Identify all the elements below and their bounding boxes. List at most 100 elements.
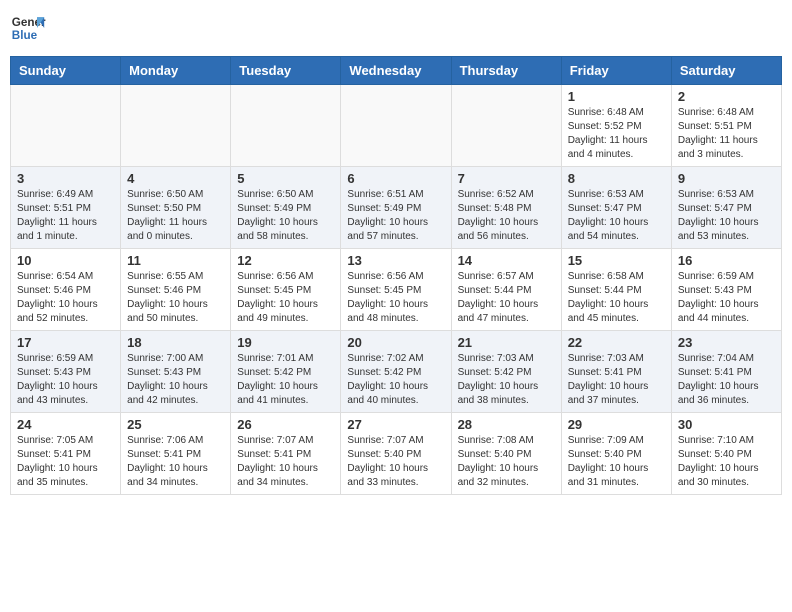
day-number: 14: [458, 253, 555, 268]
day-number: 4: [127, 171, 224, 186]
day-info: Sunrise: 6:48 AMSunset: 5:52 PMDaylight:…: [568, 106, 665, 162]
calendar-table: SundayMondayTuesdayWednesdayThursdayFrid…: [10, 56, 782, 495]
calendar-body: 1 Sunrise: 6:48 AMSunset: 5:52 PMDaylight…: [11, 85, 782, 495]
calendar-cell: 25 Sunrise: 7:06 AMSunset: 5:41 PMDayligh…: [121, 413, 231, 495]
calendar-cell: 10 Sunrise: 6:54 AMSunset: 5:46 PMDayligh…: [11, 249, 121, 331]
calendar-cell: [231, 85, 341, 167]
svg-text:Blue: Blue: [12, 29, 38, 42]
header-tuesday: Tuesday: [231, 57, 341, 85]
day-info: Sunrise: 7:10 AMSunset: 5:40 PMDaylight:…: [678, 434, 775, 490]
day-number: 27: [347, 417, 444, 432]
day-number: 26: [237, 417, 334, 432]
calendar-cell: 17 Sunrise: 6:59 AMSunset: 5:43 PMDayligh…: [11, 331, 121, 413]
day-info: Sunrise: 7:00 AMSunset: 5:43 PMDaylight:…: [127, 352, 224, 408]
day-number: 12: [237, 253, 334, 268]
day-info: Sunrise: 7:08 AMSunset: 5:40 PMDaylight:…: [458, 434, 555, 490]
day-info: Sunrise: 7:05 AMSunset: 5:41 PMDaylight:…: [17, 434, 114, 490]
calendar-cell: 8 Sunrise: 6:53 AMSunset: 5:47 PMDaylight…: [561, 167, 671, 249]
day-number: 24: [17, 417, 114, 432]
calendar-cell: 13 Sunrise: 6:56 AMSunset: 5:45 PMDayligh…: [341, 249, 451, 331]
day-number: 19: [237, 335, 334, 350]
day-info: Sunrise: 7:04 AMSunset: 5:41 PMDaylight:…: [678, 352, 775, 408]
calendar-cell: 12 Sunrise: 6:56 AMSunset: 5:45 PMDayligh…: [231, 249, 341, 331]
calendar-cell: 3Sunrise: 6:49 AMSunset: 5:51 PMDaylight…: [11, 167, 121, 249]
day-number: 29: [568, 417, 665, 432]
calendar-cell: 9 Sunrise: 6:53 AMSunset: 5:47 PMDaylight…: [671, 167, 781, 249]
day-info: Sunrise: 6:49 AMSunset: 5:51 PMDaylight:…: [17, 188, 114, 244]
day-info: Sunrise: 6:56 AMSunset: 5:45 PMDaylight:…: [347, 270, 444, 326]
header-sunday: Sunday: [11, 57, 121, 85]
calendar-cell: 18 Sunrise: 7:00 AMSunset: 5:43 PMDayligh…: [121, 331, 231, 413]
day-number: 15: [568, 253, 665, 268]
day-number: 30: [678, 417, 775, 432]
logo-icon: General Blue: [10, 10, 46, 46]
day-number: 5: [237, 171, 334, 186]
day-info: Sunrise: 7:07 AMSunset: 5:41 PMDaylight:…: [237, 434, 334, 490]
calendar-cell: [121, 85, 231, 167]
day-number: 9: [678, 171, 775, 186]
day-number: 23: [678, 335, 775, 350]
day-number: 16: [678, 253, 775, 268]
day-number: 10: [17, 253, 114, 268]
day-info: Sunrise: 6:50 AMSunset: 5:49 PMDaylight:…: [237, 188, 334, 244]
day-info: Sunrise: 6:52 AMSunset: 5:48 PMDaylight:…: [458, 188, 555, 244]
calendar-cell: 5 Sunrise: 6:50 AMSunset: 5:49 PMDaylight…: [231, 167, 341, 249]
day-number: 18: [127, 335, 224, 350]
day-number: 17: [17, 335, 114, 350]
header-friday: Friday: [561, 57, 671, 85]
day-info: Sunrise: 6:54 AMSunset: 5:46 PMDaylight:…: [17, 270, 114, 326]
day-info: Sunrise: 6:57 AMSunset: 5:44 PMDaylight:…: [458, 270, 555, 326]
day-info: Sunrise: 6:58 AMSunset: 5:44 PMDaylight:…: [568, 270, 665, 326]
day-info: Sunrise: 7:01 AMSunset: 5:42 PMDaylight:…: [237, 352, 334, 408]
day-info: Sunrise: 6:50 AMSunset: 5:50 PMDaylight:…: [127, 188, 224, 244]
calendar-cell: 15 Sunrise: 6:58 AMSunset: 5:44 PMDayligh…: [561, 249, 671, 331]
calendar-cell: 20 Sunrise: 7:02 AMSunset: 5:42 PMDayligh…: [341, 331, 451, 413]
calendar-cell: 28 Sunrise: 7:08 AMSunset: 5:40 PMDayligh…: [451, 413, 561, 495]
day-number: 20: [347, 335, 444, 350]
day-number: 7: [458, 171, 555, 186]
day-info: Sunrise: 7:02 AMSunset: 5:42 PMDaylight:…: [347, 352, 444, 408]
day-info: Sunrise: 7:07 AMSunset: 5:40 PMDaylight:…: [347, 434, 444, 490]
calendar-cell: 16 Sunrise: 6:59 AMSunset: 5:43 PMDayligh…: [671, 249, 781, 331]
header-wednesday: Wednesday: [341, 57, 451, 85]
day-info: Sunrise: 7:06 AMSunset: 5:41 PMDaylight:…: [127, 434, 224, 490]
day-info: Sunrise: 6:53 AMSunset: 5:47 PMDaylight:…: [678, 188, 775, 244]
day-info: Sunrise: 6:56 AMSunset: 5:45 PMDaylight:…: [237, 270, 334, 326]
logo: General Blue: [10, 10, 46, 46]
calendar-cell: [451, 85, 561, 167]
day-number: 6: [347, 171, 444, 186]
calendar-cell: 14 Sunrise: 6:57 AMSunset: 5:44 PMDayligh…: [451, 249, 561, 331]
day-info: Sunrise: 7:09 AMSunset: 5:40 PMDaylight:…: [568, 434, 665, 490]
header-monday: Monday: [121, 57, 231, 85]
day-number: 22: [568, 335, 665, 350]
page-header: General Blue: [10, 10, 782, 46]
day-number: 13: [347, 253, 444, 268]
calendar-cell: 21Sunrise: 7:03 AMSunset: 5:42 PMDayligh…: [451, 331, 561, 413]
header-saturday: Saturday: [671, 57, 781, 85]
day-number: 1: [568, 89, 665, 104]
calendar-cell: 1 Sunrise: 6:48 AMSunset: 5:52 PMDaylight…: [561, 85, 671, 167]
day-number: 2: [678, 89, 775, 104]
day-number: 28: [458, 417, 555, 432]
calendar-cell: [341, 85, 451, 167]
day-info: Sunrise: 6:59 AMSunset: 5:43 PMDaylight:…: [17, 352, 114, 408]
calendar-cell: 11Sunrise: 6:55 AMSunset: 5:46 PMDayligh…: [121, 249, 231, 331]
calendar-cell: 23 Sunrise: 7:04 AMSunset: 5:41 PMDayligh…: [671, 331, 781, 413]
day-number: 25: [127, 417, 224, 432]
calendar-cell: 29 Sunrise: 7:09 AMSunset: 5:40 PMDayligh…: [561, 413, 671, 495]
calendar-cell: 6 Sunrise: 6:51 AMSunset: 5:49 PMDaylight…: [341, 167, 451, 249]
calendar-cell: 19 Sunrise: 7:01 AMSunset: 5:42 PMDayligh…: [231, 331, 341, 413]
day-number: 8: [568, 171, 665, 186]
calendar-header: SundayMondayTuesdayWednesdayThursdayFrid…: [11, 57, 782, 85]
calendar-cell: 22Sunrise: 7:03 AMSunset: 5:41 PMDayligh…: [561, 331, 671, 413]
header-thursday: Thursday: [451, 57, 561, 85]
day-number: 11: [127, 253, 224, 268]
calendar-cell: 4 Sunrise: 6:50 AMSunset: 5:50 PMDaylight…: [121, 167, 231, 249]
day-number: 21: [458, 335, 555, 350]
day-info: Sunrise: 6:59 AMSunset: 5:43 PMDaylight:…: [678, 270, 775, 326]
day-info: Sunrise: 6:53 AMSunset: 5:47 PMDaylight:…: [568, 188, 665, 244]
day-info: Sunrise: 6:51 AMSunset: 5:49 PMDaylight:…: [347, 188, 444, 244]
calendar-cell: 30 Sunrise: 7:10 AMSunset: 5:40 PMDayligh…: [671, 413, 781, 495]
calendar-cell: 7 Sunrise: 6:52 AMSunset: 5:48 PMDaylight…: [451, 167, 561, 249]
calendar-cell: 2Sunrise: 6:48 AMSunset: 5:51 PMDaylight…: [671, 85, 781, 167]
